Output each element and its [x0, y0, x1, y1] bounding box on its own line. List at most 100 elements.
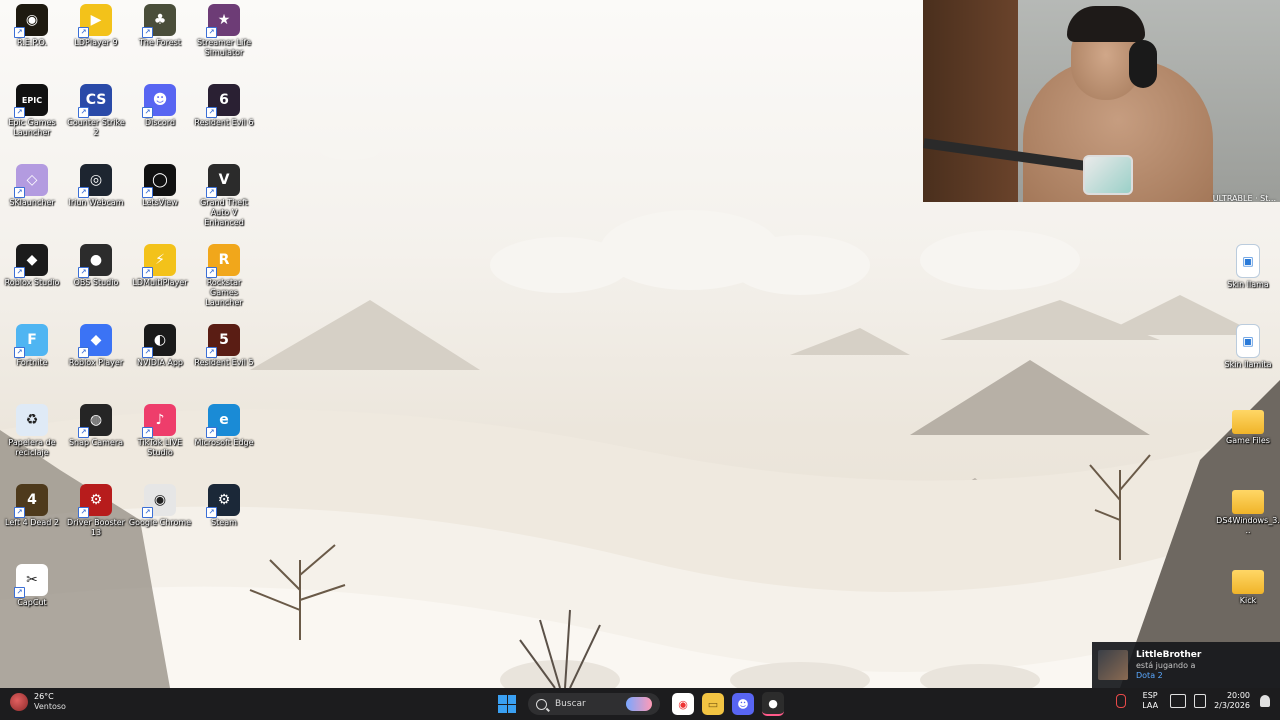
desktop-icon-resident-evil-6[interactable]: 6 ↗ Resident Evil 6: [192, 80, 256, 128]
weather-widget[interactable]: 26°C Ventoso: [10, 692, 66, 712]
clock[interactable]: 20:00 2/3/2026: [1214, 691, 1250, 711]
search-icon: [536, 698, 547, 710]
desktop-icon-gta-v[interactable]: V ↗ Grand Theft Auto V Enhanced: [192, 160, 256, 228]
desktop-icon-obs-studio[interactable]: ● ↗ OBS Studio: [64, 240, 128, 288]
desktop-icon-nvidia[interactable]: ◐ ↗ NVIDIA App: [128, 320, 192, 368]
desktop-icon-label: Counter Strike 2: [67, 118, 125, 137]
steam-icon: ⚙ ↗: [206, 484, 240, 518]
taskbar-file-explorer-icon[interactable]: ▭: [702, 693, 724, 715]
gta-v-icon: V ↗: [206, 164, 240, 198]
desktop-icon-repo[interactable]: ◉ ↗ R.E.P.O.: [0, 0, 64, 48]
desktop-icon-ldplayer[interactable]: ▶ ↗ LDPlayer 9: [64, 0, 128, 48]
roblox-studio-icon: ◆ ↗: [14, 244, 48, 278]
letsview-icon: ◯ ↗: [142, 164, 176, 198]
headset-icon: [1129, 40, 1157, 88]
desktop-icon-recycle-bin[interactable]: ♻ Papelera de reciclaje: [0, 400, 64, 458]
desktop-icon-resident-evil-5[interactable]: 5 ↗ Resident Evil 5: [192, 320, 256, 368]
network-icon[interactable]: [1170, 694, 1187, 708]
desktop-icon-roblox-player[interactable]: ◆ ↗ Roblox Player: [64, 320, 128, 368]
desktop-icon-steam[interactable]: ⚙ ↗ Steam: [192, 480, 256, 528]
fortnite-icon: F ↗: [14, 324, 48, 358]
folder-icon: [1232, 490, 1264, 514]
taskbar-search[interactable]: Buscar: [528, 693, 660, 715]
desktop-right-item[interactable]: Kick: [1216, 560, 1280, 606]
desktop-item-label: Kick: [1239, 596, 1257, 605]
desktop-icon-fortnite[interactable]: F ↗ Fortnite: [0, 320, 64, 368]
resident-evil-6-icon: 6 ↗: [206, 84, 240, 118]
desktop-icon-label: Roblox Player: [68, 358, 124, 367]
desktop-icon-iriun-webcam[interactable]: ◎ ↗ Iriun Webcam: [64, 160, 128, 208]
notifications-bell-icon[interactable]: [1260, 695, 1270, 707]
desktop-icon-label: Snap Camera: [68, 438, 124, 447]
language-indicator[interactable]: ESP LAA: [1142, 691, 1158, 711]
shortcut-arrow-icon: ↗: [206, 27, 217, 38]
shortcut-arrow-icon: ↗: [78, 507, 89, 518]
volume-icon[interactable]: [1194, 694, 1207, 708]
notification-avatar: [1098, 650, 1128, 680]
desktop-icon-label: Steam: [211, 518, 237, 527]
language-top: ESP: [1142, 691, 1158, 700]
desktop-icon-discord[interactable]: ☻ ↗ Discord: [128, 80, 192, 128]
desktop-icon-snap-camera[interactable]: ◍ ↗ Snap Camera: [64, 400, 128, 448]
shortcut-arrow-icon: ↗: [78, 107, 89, 118]
shortcut-arrow-icon: ↗: [206, 507, 217, 518]
shortcut-arrow-icon: ↗: [206, 187, 217, 198]
shortcut-arrow-icon: ↗: [78, 187, 89, 198]
desktop-icon-streamer-life[interactable]: ★ ↗ Streamer Life Simulator: [192, 0, 256, 58]
desktop-right-item[interactable]: ▣ Skin llamita: [1216, 320, 1280, 370]
capcut-icon: ✂ ↗: [14, 564, 48, 598]
desktop-icon-chrome[interactable]: ◉ ↗ Google Chrome: [128, 480, 192, 528]
desktop-icon-label: Microsoft Edge: [194, 438, 254, 447]
recycle-bin-icon: ♻: [16, 404, 48, 436]
desktop-icon-counter-strike[interactable]: CS ↗ Counter Strike 2: [64, 80, 128, 138]
desktop-icon-driver-booster[interactable]: ⚙ ↗ Driver Booster 13: [64, 480, 128, 538]
resident-evil-5-icon: 5 ↗: [206, 324, 240, 358]
epic-games-icon: EPIC ↗: [14, 84, 48, 118]
desktop-right-item[interactable]: DS4Windows_3...: [1216, 480, 1280, 536]
desktop-icon-epic-games[interactable]: EPIC ↗ Epic Games Launcher: [0, 80, 64, 138]
weather-temperature: 26°C: [34, 692, 54, 701]
taskbar-obs-icon[interactable]: ●: [762, 692, 784, 716]
sklauncher-icon: ◇ ↗: [14, 164, 48, 198]
notification-status: está jugando a: [1136, 661, 1196, 670]
taskbar: 26°C Ventoso Buscar ◉ ▭ ☻ ● ESP LAA 20:0…: [0, 688, 1280, 720]
desktop-icon-label: Epic Games Launcher: [8, 118, 56, 137]
webcam-overlay: ULTRABLE · St...: [923, 0, 1280, 202]
iriun-webcam-icon: ◎ ↗: [78, 164, 112, 198]
desktop-icon-roblox-studio[interactable]: ◆ ↗ Roblox Studio: [0, 240, 64, 288]
shortcut-arrow-icon: ↗: [206, 427, 217, 438]
desktop-icon-letsview[interactable]: ◯ ↗ LetsView: [128, 160, 192, 208]
desktop-icon-rockstar[interactable]: R ↗ Rockstar Games Launcher: [192, 240, 256, 308]
start-button[interactable]: [498, 695, 516, 713]
desktop-icon-edge[interactable]: e ↗ Microsoft Edge: [192, 400, 256, 448]
driver-booster-icon: ⚙ ↗: [78, 484, 112, 518]
desktop-icon-label: Streamer Life Simulator: [196, 38, 252, 57]
desktop-icon-label: Google Chrome: [128, 518, 192, 527]
the-forest-icon: ♣ ↗: [142, 4, 176, 38]
shortcut-arrow-icon: ↗: [14, 347, 25, 358]
desktop-icon-the-forest[interactable]: ♣ ↗ The Forest: [128, 0, 192, 48]
desktop-icon-label: Resident Evil 5: [194, 358, 254, 367]
desktop-icon-label: Papelera de reciclaje: [8, 438, 56, 457]
game-activity-notification[interactable]: LittleBrother está jugando a Dota 2: [1092, 642, 1280, 688]
desktop-icon-sklauncher[interactable]: ◇ ↗ SKlauncher: [0, 160, 64, 208]
desktop-icon-label: TikTok LIVE Studio: [137, 438, 183, 457]
desktop-right-item[interactable]: ▣ Skin llama: [1216, 240, 1280, 290]
shortcut-arrow-icon: ↗: [142, 347, 153, 358]
shortcut-arrow-icon: ↗: [142, 187, 153, 198]
microphone-icon[interactable]: [1116, 694, 1127, 708]
desktop-icon-capcut[interactable]: ✂ ↗ CapCut: [0, 560, 64, 608]
weather-condition: Ventoso: [34, 702, 66, 711]
desktop-icon-tiktok-live[interactable]: ♪ ↗ TikTok LIVE Studio: [128, 400, 192, 458]
webcam-door: [923, 0, 1018, 202]
taskbar-discord-icon[interactable]: ☻: [732, 693, 754, 715]
desktop-icon-label: Roblox Studio: [4, 278, 60, 287]
notification-username: LittleBrother: [1136, 650, 1202, 660]
desktop-right-item[interactable]: Game Files: [1216, 400, 1280, 446]
desktop-icon-left4dead2[interactable]: 4 ↗ Left 4 Dead 2: [0, 480, 64, 528]
search-highlight-icon: [626, 697, 652, 711]
clock-time: 20:00: [1226, 691, 1250, 700]
desktop-icon-ldmultiplayer[interactable]: ⚡ ↗ LDMultiPlayer: [128, 240, 192, 288]
taskbar-chrome-icon[interactable]: ◉: [672, 693, 694, 715]
desktop-icon-label: Grand Theft Auto V Enhanced: [200, 198, 248, 227]
